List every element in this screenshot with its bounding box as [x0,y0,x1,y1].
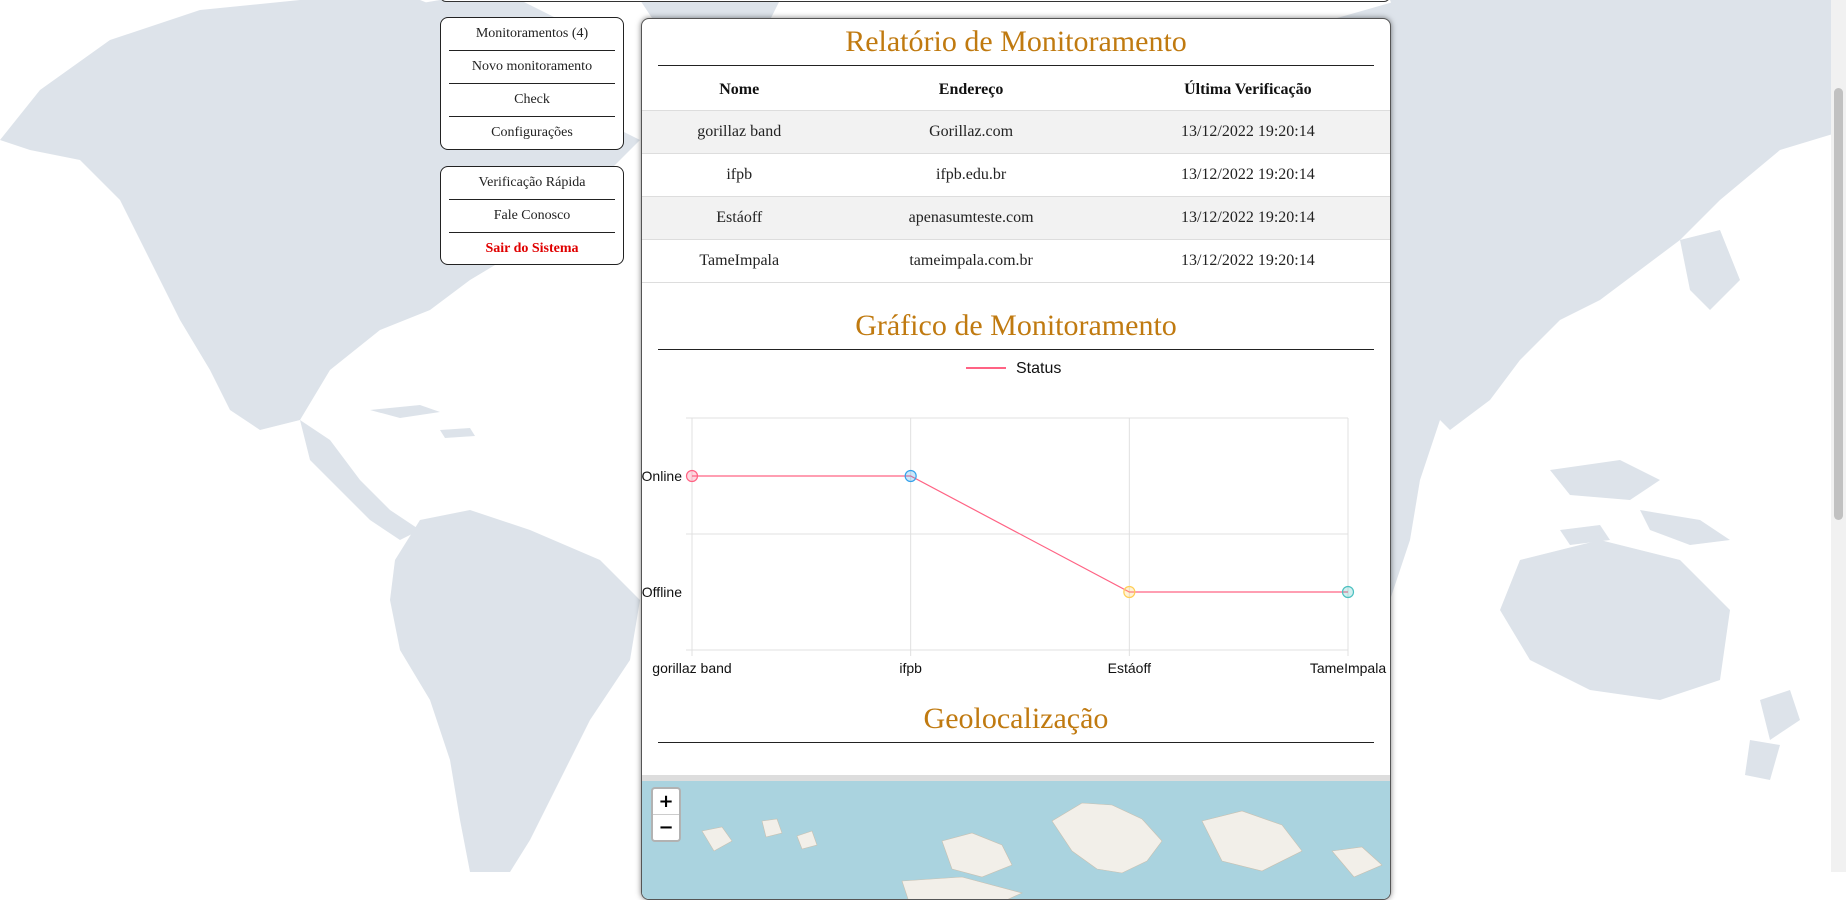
sidebar-secondary-menu: Verificação Rápida Fale Conosco Sair do … [440,166,624,265]
map-land-shapes [701,802,1383,899]
data-point [904,469,917,483]
cell-name: TameImpala [642,239,837,283]
x-tick-label: ifpb [899,660,922,676]
sidebar-item-novo-monitoramento[interactable]: Novo monitoramento [449,51,615,84]
cell-address: Gorillaz.com [836,110,1106,154]
sidebar-item-verificacao-rapida[interactable]: Verificação Rápida [449,167,615,200]
table-row: ifpb ifpb.edu.br 13/12/2022 19:20:14 [642,153,1390,197]
cell-last-check: 13/12/2022 19:20:14 [1105,196,1390,240]
zoom-out-button[interactable]: − [653,815,679,840]
cell-address: ifpb.edu.br [836,153,1106,197]
cell-last-check: 13/12/2022 19:20:14 [1105,110,1390,154]
status-line-chart: Online Offline gorillaz band ifpb Estáoff Tam… [642,360,1386,676]
sidebar-item-fale-conosco[interactable]: Fale Conosco [449,200,615,233]
x-tick-label: Estáoff [1108,660,1151,676]
cell-last-check: 13/12/2022 19:20:14 [1105,239,1390,283]
data-point [685,469,699,483]
geo-title: Geolocalização [658,702,1374,743]
page-scrollbar[interactable] [1831,0,1846,872]
cell-last-check: 13/12/2022 19:20:14 [1105,153,1390,197]
sidebar-item-monitoramentos[interactable]: Monitoramentos (4) [449,18,615,51]
sidebar-item-check[interactable]: Check [449,84,615,117]
legend-label: Status [1016,360,1061,377]
cell-address: apenasumteste.com [836,196,1106,240]
cell-name: Estáoff [642,196,837,240]
y-tick-label: Online [642,468,682,484]
column-header-nome: Nome [719,81,760,98]
sidebar-main-menu: Monitoramentos (4) Novo monitoramento Ch… [440,17,624,150]
table-row: Estáoff apenasumteste.com 13/12/2022 19:… [642,196,1390,240]
data-point [1341,585,1355,599]
x-tick-label: TameImpala [1310,660,1386,676]
main-panel: Relatório de Monitoramento Nome Endereço… [641,18,1391,900]
data-point [1123,585,1136,599]
map-zoom-control: + − [651,787,681,842]
sidebar-item-sair-do-sistema[interactable]: Sair do Sistema [449,233,615,266]
monitoring-table: Nome Endereço Última Verificação gorilla… [642,70,1390,283]
cell-name: gorillaz band [642,110,837,154]
cell-name: ifpb [642,153,837,197]
table-header-row: Nome Endereço Última Verificação [642,70,1390,111]
table-row: TameImpala tameimpala.com.br 13/12/2022 … [642,239,1390,283]
chart-title: Gráfico de Monitoramento [658,309,1374,350]
zoom-in-button[interactable]: + [653,789,679,815]
column-header-ultima-verificacao: Última Verificação [1184,81,1312,98]
sidebar-item-configuracoes[interactable]: Configurações [449,117,615,150]
y-tick-label: Offline [642,584,682,600]
column-header-endereco: Endereço [938,81,1004,98]
scrollbar-thumb[interactable] [1834,88,1843,520]
geolocation-map[interactable]: + − [642,775,1390,899]
x-tick-label: gorillaz band [652,660,731,676]
table-row: gorillaz band Gorillaz.com 13/12/2022 19… [642,110,1390,154]
top-menu-edge [440,0,1390,2]
report-title: Relatório de Monitoramento [658,25,1374,66]
cell-address: tameimpala.com.br [836,239,1106,283]
